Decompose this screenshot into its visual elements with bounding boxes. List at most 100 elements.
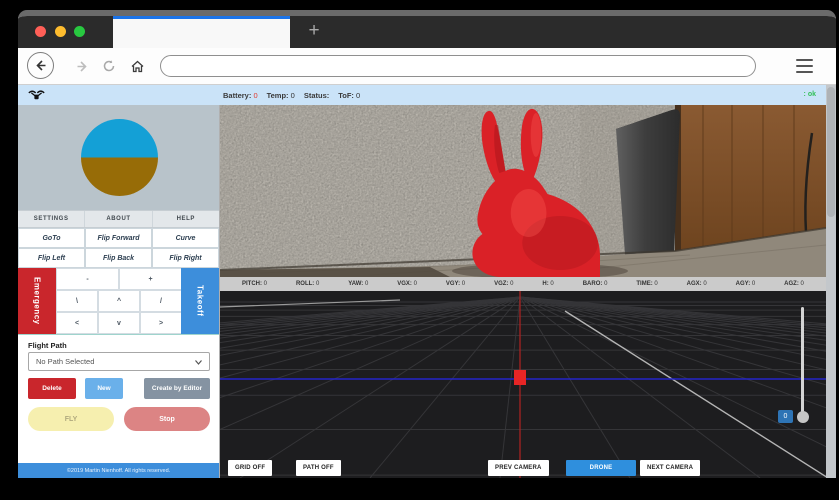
reload-button[interactable] [95, 52, 123, 80]
tof-value: 0 [356, 91, 360, 100]
telemetry-time: TIME: 0 [636, 281, 657, 287]
delete-path-button[interactable]: Delete [28, 378, 76, 399]
path-toggle-button[interactable]: PATH OFF [296, 460, 341, 476]
height-slider-handle[interactable] [797, 411, 809, 423]
url-input[interactable] [160, 55, 756, 77]
tab-settings[interactable]: SETTINGS [18, 211, 85, 227]
maximize-window-button[interactable] [74, 26, 85, 37]
minimize-window-button[interactable] [55, 26, 66, 37]
tab-about[interactable]: ABOUT [85, 211, 152, 227]
drone-viewport: PITCH: 0 ROLL: 0 YAW: 0 VGX: 0 VGY: 0 VG… [220, 105, 826, 478]
takeoff-button[interactable]: Takeoff [181, 268, 219, 334]
move-right-key[interactable]: > [140, 312, 182, 334]
status-label: Status: [304, 91, 329, 100]
screen: + [0, 0, 839, 500]
main-content: SETTINGS ABOUT HELP GoTo Flip Forward Cu… [18, 105, 836, 478]
flip-forward-button[interactable]: Flip Forward [85, 228, 152, 248]
movement-keypad: - + \ ^ / < v > [56, 268, 182, 334]
drone-position-marker [514, 370, 526, 385]
chevron-down-icon [195, 360, 202, 365]
browser-window: + [18, 10, 836, 478]
move-back-key[interactable]: v [98, 312, 140, 334]
telemetry-bar: PITCH: 0 ROLL: 0 YAW: 0 VGX: 0 VGY: 0 VG… [220, 277, 826, 291]
camera-image [220, 105, 826, 277]
3d-flight-view[interactable]: 0 GRID OFF PATH OFF PREV CAMERA DRONE NE… [220, 291, 826, 478]
flip-right-button[interactable]: Flip Right [152, 248, 219, 268]
tab-bar: + [18, 16, 836, 48]
flip-back-button[interactable]: Flip Back [85, 248, 152, 268]
curve-button[interactable]: Curve [152, 228, 219, 248]
height-slider[interactable] [801, 307, 804, 421]
telemetry-agz: AGZ: 0 [784, 281, 804, 287]
home-button[interactable] [123, 52, 151, 80]
tab-help[interactable]: HELP [153, 211, 219, 227]
copyright-footer: ©2019 Martin Nienhoff. All rights reserv… [18, 463, 219, 478]
hamburger-icon [796, 59, 813, 61]
attitude-indicator-panel [18, 105, 219, 210]
flight-action-buttons: GoTo Flip Forward Curve Flip Left Flip B… [18, 228, 219, 268]
tof-label: ToF: [338, 91, 354, 100]
forward-button[interactable] [68, 52, 96, 80]
page-scrollbar[interactable] [826, 85, 836, 478]
movement-pad: Emergency - + \ ^ / < v [18, 268, 219, 335]
telemetry-yaw: YAW: 0 [348, 281, 368, 287]
tab-title [113, 19, 290, 31]
home-icon [130, 59, 145, 74]
next-camera-button[interactable]: NEXT CAMERA [640, 460, 700, 476]
telemetry-pitch: PITCH: 0 [242, 281, 267, 287]
control-sidebar: SETTINGS ABOUT HELP GoTo Flip Forward Cu… [18, 105, 220, 478]
browser-tab[interactable] [113, 16, 290, 48]
move-forward-key[interactable]: ^ [98, 290, 140, 312]
new-path-button[interactable]: New [85, 378, 123, 399]
flight-path-selected-option: No Path Selected [36, 357, 94, 366]
connection-status: : ok [804, 85, 816, 105]
stop-button[interactable]: Stop [124, 407, 210, 431]
navigation-bar [18, 48, 836, 85]
sidebar-tabs: SETTINGS ABOUT HELP [18, 210, 219, 228]
grid-toggle-button[interactable]: GRID OFF [228, 460, 272, 476]
menu-button[interactable] [796, 59, 813, 73]
telemetry-vgz: VGZ: 0 [494, 281, 513, 287]
close-window-button[interactable] [35, 26, 46, 37]
drone-icon [28, 89, 45, 101]
flight-path-label: Flight Path [28, 341, 67, 350]
telemetry-agx: AGX: 0 [687, 281, 707, 287]
move-up-key[interactable]: + [119, 268, 182, 290]
create-by-editor-button[interactable]: Create by Editor [144, 378, 210, 399]
telemetry-vgx: VGX: 0 [397, 281, 417, 287]
rotate-cw-key[interactable]: / [140, 290, 182, 312]
fly-stop-buttons: FLY Stop [28, 407, 210, 431]
telemetry-baro: BARO: 0 [583, 281, 608, 287]
telemetry-agy: AGY: 0 [736, 281, 756, 287]
3d-grid [220, 291, 826, 478]
attitude-indicator [81, 119, 158, 196]
reload-icon [102, 59, 116, 73]
telemetry-h: H: 0 [542, 281, 553, 287]
telemetry-roll: ROLL: 0 [296, 281, 319, 287]
camera-feed [220, 105, 826, 277]
emergency-button[interactable]: Emergency [18, 268, 56, 334]
drone-camera-button[interactable]: DRONE [566, 460, 636, 476]
temp-value: 0 [291, 91, 295, 100]
fly-button[interactable]: FLY [28, 407, 114, 431]
back-arrow-icon [33, 58, 48, 73]
telemetry-summary: Battery: 0 Temp: 0 Status: ToF: 0 [223, 85, 360, 105]
move-down-key[interactable]: - [56, 268, 119, 290]
flight-path-select[interactable]: No Path Selected [28, 352, 210, 371]
forward-arrow-icon [75, 59, 90, 74]
flip-left-button[interactable]: Flip Left [18, 248, 85, 268]
back-button[interactable] [27, 52, 54, 79]
flight-path-buttons: Delete New Create by Editor [28, 378, 210, 399]
scrollbar-thumb[interactable] [827, 87, 835, 217]
temp-label: Temp: [267, 91, 289, 100]
battery-value: 0 [253, 91, 257, 100]
goto-button[interactable]: GoTo [18, 228, 85, 248]
move-left-key[interactable]: < [56, 312, 98, 334]
telemetry-vgy: VGY: 0 [446, 281, 465, 287]
rotate-ccw-key[interactable]: \ [56, 290, 98, 312]
drone-status-bar: Battery: 0 Temp: 0 Status: ToF: 0 : ok [18, 85, 836, 105]
prev-camera-button[interactable]: PREV CAMERA [488, 460, 549, 476]
height-slider-value: 0 [778, 410, 793, 423]
new-tab-button[interactable]: + [302, 19, 326, 43]
battery-label: Battery: [223, 91, 251, 100]
